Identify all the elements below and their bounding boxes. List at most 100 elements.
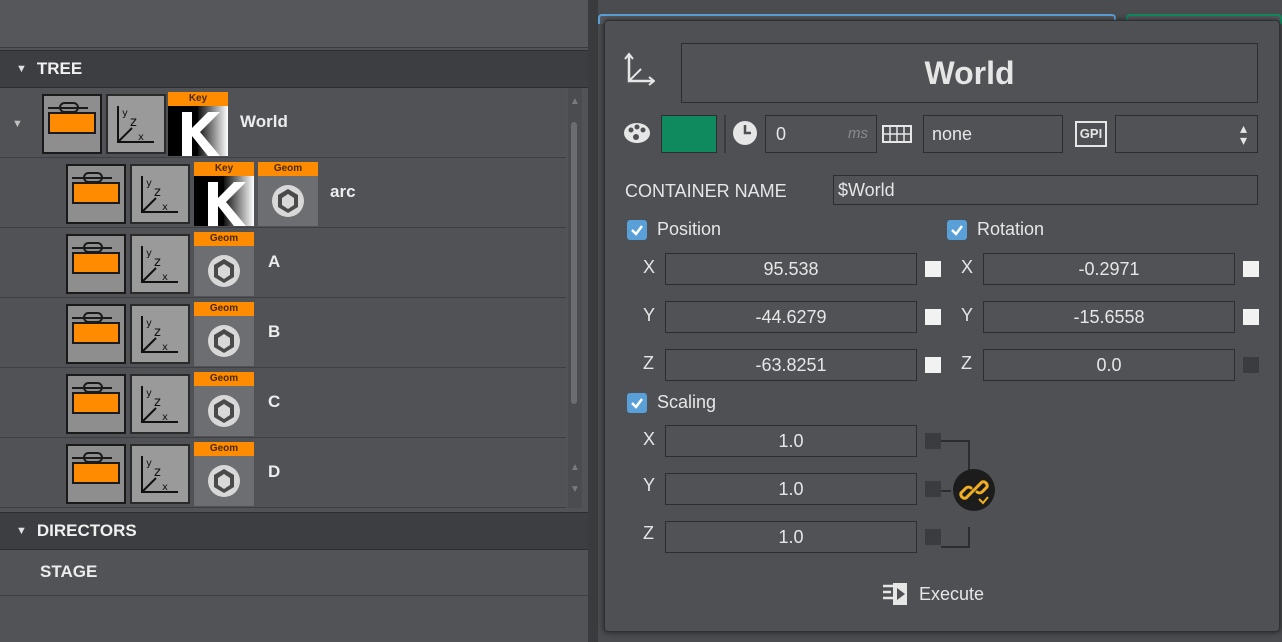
expand-triangle-icon[interactable]: ▼ — [12, 118, 23, 130]
panel-divider[interactable] — [588, 0, 598, 642]
position-label: Position — [657, 219, 722, 239]
transform-axis-icon — [623, 51, 656, 92]
tree-row-a[interactable]: yzx Geom A — [0, 228, 566, 298]
svg-text:x: x — [138, 132, 144, 143]
position-x-input[interactable]: 95.538 — [665, 253, 917, 285]
svg-text:z: z — [154, 185, 161, 200]
container-title-field[interactable]: World — [681, 43, 1258, 103]
svg-text:y: y — [122, 108, 128, 119]
axis-label-y: Y — [961, 305, 974, 325]
transform-axis-icon[interactable]: yzx — [130, 444, 190, 504]
app-root: ▼ TREE ▼ yzx Key World yzx Key Geom arc … — [0, 0, 1282, 642]
execute-button[interactable]: Execute — [881, 579, 984, 609]
transform-axis-icon[interactable]: yzx — [130, 374, 190, 434]
container-name-label: CONTAINER NAME — [625, 181, 787, 201]
tree-section-label: TREE — [36, 59, 83, 78]
scaling-x-input[interactable]: 1.0 — [665, 425, 917, 457]
transform-axis-icon[interactable]: yzx — [106, 94, 166, 154]
container-icon[interactable] — [66, 234, 126, 294]
rotation-x-input[interactable]: -0.2971 — [983, 253, 1235, 285]
geom-plugin-icon[interactable]: Geom — [194, 442, 254, 506]
transform-axis-icon[interactable]: yzx — [130, 234, 190, 294]
tree-row-label: D — [268, 462, 281, 481]
scaling-checkbox[interactable] — [627, 393, 647, 413]
position-checkbox[interactable] — [627, 220, 647, 240]
geom-plugin-icon[interactable]: Geom — [194, 232, 254, 296]
scaling-y-input[interactable]: 1.0 — [665, 473, 917, 505]
svg-text:y: y — [146, 318, 152, 329]
position-x-key-toggle[interactable] — [925, 261, 941, 277]
svg-text:z: z — [154, 395, 161, 410]
scaling-y-key-toggle[interactable] — [925, 481, 941, 497]
key-plugin-icon[interactable]: Key — [194, 162, 254, 226]
container-name-input[interactable]: $World — [833, 175, 1258, 205]
svg-text:x: x — [162, 202, 168, 213]
svg-text:x: x — [162, 342, 168, 353]
rotation-y-input[interactable]: -15.6558 — [983, 301, 1235, 333]
tree-row-world[interactable]: ▼ yzx Key World — [0, 88, 566, 158]
scaling-z-input[interactable]: 1.0 — [665, 521, 917, 553]
position-z-input[interactable]: -63.8251 — [665, 349, 917, 381]
gpi-select[interactable]: ▴ ▾ — [1115, 115, 1258, 153]
position-y-input[interactable]: -44.6279 — [665, 301, 917, 333]
svg-text:y: y — [146, 458, 152, 469]
position-y-key-toggle[interactable] — [925, 309, 941, 325]
key-plugin-icon[interactable]: Key — [168, 92, 228, 156]
scaling-label: Scaling — [657, 392, 717, 412]
rotation-y-key-toggle[interactable] — [1243, 309, 1259, 325]
rotation-z-key-toggle[interactable] — [1243, 357, 1259, 373]
container-icon[interactable] — [66, 304, 126, 364]
scroll-down-icon[interactable]: ▼ — [568, 484, 582, 496]
geom-plugin-icon[interactable]: Geom — [194, 302, 254, 366]
container-editor-panel: World 0 ms none GPI ▴ ▾ CONTAINER NAME $W… — [604, 20, 1280, 632]
collapse-triangle-icon[interactable]: ▼ — [16, 525, 27, 537]
execute-icon — [883, 583, 907, 605]
container-icon[interactable] — [66, 374, 126, 434]
directors-section-label: DIRECTORS — [36, 521, 137, 540]
position-z-key-toggle[interactable] — [925, 357, 941, 373]
axis-label-y: Y — [643, 305, 656, 325]
container-icon[interactable] — [66, 444, 126, 504]
uniform-scale-link-icon[interactable] — [953, 469, 995, 511]
tree-row-c[interactable]: yzx Geom C — [0, 368, 566, 438]
svg-text:y: y — [146, 178, 152, 189]
scroll-up-icon[interactable]: ▲ — [568, 96, 582, 108]
scaling-z-key-toggle[interactable] — [925, 529, 941, 545]
svg-text:z: z — [154, 325, 161, 340]
clock-icon — [731, 119, 759, 152]
axis-label-z: Z — [643, 353, 654, 373]
key-grid-icon — [881, 123, 915, 150]
svg-text:x: x — [162, 272, 168, 283]
key-input[interactable]: none — [923, 115, 1063, 153]
axis-label-x: X — [961, 257, 974, 277]
svg-text:x: x — [162, 412, 168, 423]
transform-axis-icon[interactable]: yzx — [130, 304, 190, 364]
stage-item[interactable]: STAGE — [0, 552, 588, 596]
tree-row-label: B — [268, 322, 281, 341]
tree-scrollbar-thumb[interactable] — [571, 122, 577, 404]
geom-plugin-icon[interactable]: Geom — [194, 372, 254, 436]
left-toolbar-band — [0, 0, 588, 48]
axis-label-y: Y — [643, 475, 656, 495]
tree-row-d[interactable]: yzx Geom D — [0, 438, 566, 508]
rotation-label: Rotation — [977, 219, 1045, 239]
svg-text:y: y — [146, 248, 152, 259]
tree-row-b[interactable]: yzx Geom B — [0, 298, 566, 368]
scaling-x-key-toggle[interactable] — [925, 433, 941, 449]
execute-label: Execute — [919, 583, 985, 604]
tree-row-arc[interactable]: yzx Key Geom arc — [0, 158, 566, 228]
color-swatch[interactable] — [661, 115, 717, 153]
collapse-triangle-icon[interactable]: ▼ — [16, 63, 27, 75]
geom-plugin-icon[interactable]: Geom — [258, 162, 318, 226]
rotation-x-key-toggle[interactable] — [1243, 261, 1259, 277]
transform-axis-icon[interactable]: yzx — [130, 164, 190, 224]
directors-section-header[interactable]: ▼ DIRECTORS — [0, 512, 588, 550]
container-icon[interactable] — [66, 164, 126, 224]
rotation-z-input[interactable]: 0.0 — [983, 349, 1235, 381]
container-icon[interactable] — [42, 94, 102, 154]
rotation-checkbox[interactable] — [947, 220, 967, 240]
scroll-up-icon[interactable]: ▲ — [568, 462, 582, 474]
axis-label-x: X — [643, 429, 656, 449]
tree-section-header[interactable]: ▼ TREE — [0, 50, 588, 88]
delay-input[interactable]: 0 ms — [765, 115, 877, 153]
